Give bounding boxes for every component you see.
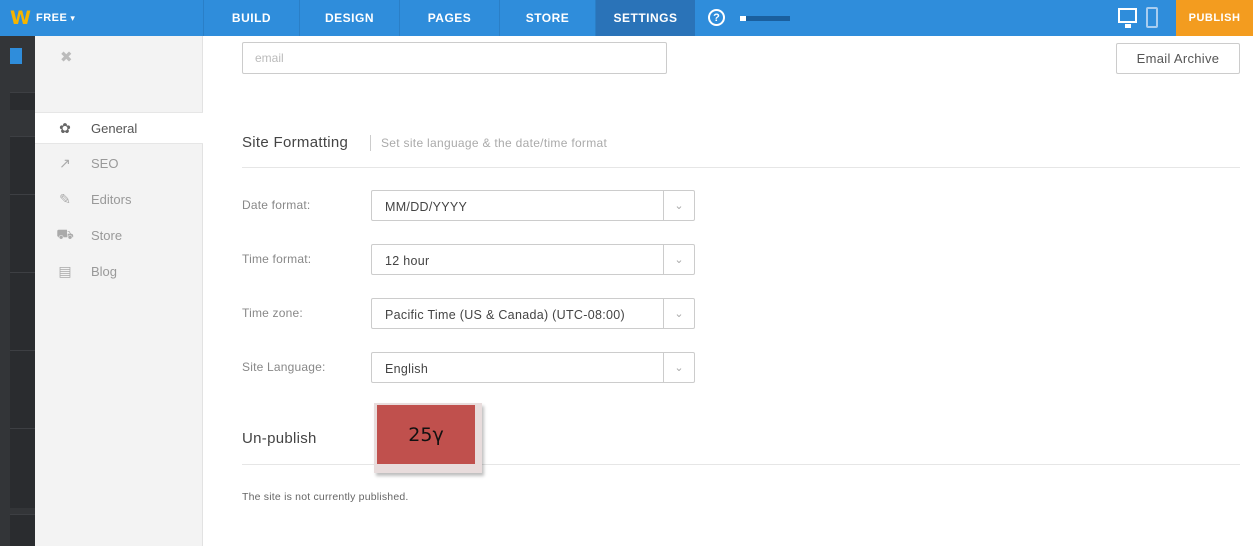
plan-menu[interactable]: FREE <box>36 12 67 24</box>
tab-design[interactable]: DESIGN <box>299 0 399 36</box>
overlay-badge-label: 25γ <box>377 405 475 464</box>
brand-area: W FREE ▾ <box>0 0 203 36</box>
sidebar-item-label: Store <box>91 227 123 243</box>
editor-block <box>10 136 35 196</box>
editor-block <box>10 514 35 546</box>
cart-icon: ⛟ <box>56 225 74 242</box>
editor-block <box>10 428 35 508</box>
email-field[interactable] <box>242 42 667 74</box>
sidebar-item-seo[interactable]: ↗ SEO <box>35 147 203 179</box>
date-format-label: Date format: <box>242 198 311 212</box>
select-value: 12 hour <box>385 254 430 268</box>
unpublish-title: Un-publish <box>242 430 317 447</box>
sidebar-item-label: Blog <box>91 263 118 279</box>
select-value: MM/DD/YYYY <box>385 200 468 214</box>
date-format-select[interactable]: MM/DD/YYYY ⌄ <box>371 190 695 221</box>
time-zone-select[interactable]: Pacific Time (US & Canada) (UTC-08:00) ⌄ <box>371 298 695 329</box>
publish-button[interactable]: PUBLISH <box>1176 0 1253 36</box>
editor-block <box>10 272 35 352</box>
sidebar-item-label: SEO <box>91 155 119 171</box>
tab-settings[interactable]: SETTINGS <box>595 0 695 36</box>
editor-block <box>10 92 35 110</box>
tab-pages[interactable]: PAGES <box>399 0 499 36</box>
editor-sidebar-strip <box>0 36 35 546</box>
desktop-view-icon[interactable] <box>1118 8 1137 28</box>
tab-store[interactable]: STORE <box>499 0 595 36</box>
help-icon[interactable]: ? <box>708 9 725 26</box>
editor-block <box>10 194 35 274</box>
sidebar-item-general[interactable]: ✿ General <box>35 112 203 144</box>
weebly-logo: W <box>10 7 31 29</box>
editor-tile <box>10 48 22 64</box>
site-language-label: Site Language: <box>242 360 326 374</box>
progress-bar <box>740 16 790 21</box>
divider <box>242 167 1240 168</box>
chevron-down-icon[interactable]: ▾ <box>70 13 75 24</box>
select-value: English <box>385 362 429 376</box>
chevron-down-icon[interactable]: ⌄ <box>663 353 694 382</box>
chevron-down-icon[interactable]: ⌄ <box>663 191 694 220</box>
close-icon[interactable]: ✖ <box>60 48 73 66</box>
site-formatting-subtitle: Set site language & the date/time format <box>370 135 607 151</box>
sidebar-item-blog[interactable]: ▤ Blog <box>35 255 203 287</box>
time-format-label: Time format: <box>242 252 312 266</box>
chevron-down-icon[interactable]: ⌄ <box>663 299 694 328</box>
progress-bar-fill <box>740 16 746 21</box>
overlay-badge: 25γ <box>374 403 482 473</box>
sidebar-item-editors[interactable]: ✎ Editors <box>35 183 203 215</box>
editor-block <box>10 350 35 430</box>
sidebar-item-label: Editors <box>91 191 132 207</box>
time-zone-label: Time zone: <box>242 306 303 320</box>
publish-status-text: The site is not currently published. <box>242 491 409 503</box>
settings-sidebar: ✖ ✿ General ↗ SEO ✎ Editors ⛟ Store ▤ Bl… <box>35 36 203 546</box>
pencil-icon: ✎ <box>59 190 71 207</box>
sidebar-item-label: General <box>91 120 138 136</box>
comment-icon: ▤ <box>58 262 72 279</box>
site-formatting-title: Site Formatting <box>242 134 349 151</box>
tab-build[interactable]: BUILD <box>203 0 299 36</box>
site-language-select[interactable]: English ⌄ <box>371 352 695 383</box>
gear-icon: ✿ <box>59 119 71 136</box>
top-toolbar: W FREE ▾ BUILD DESIGN PAGES STORE SETTIN… <box>0 0 1253 36</box>
select-value: Pacific Time (US & Canada) (UTC-08:00) <box>385 308 625 322</box>
chevron-down-icon[interactable]: ⌄ <box>663 245 694 274</box>
mobile-view-icon[interactable] <box>1146 7 1158 28</box>
time-format-select[interactable]: 12 hour ⌄ <box>371 244 695 275</box>
trend-icon: ↗ <box>59 154 71 171</box>
email-archive-button[interactable]: Email Archive <box>1116 43 1240 74</box>
sidebar-item-store[interactable]: ⛟ Store <box>35 219 203 251</box>
